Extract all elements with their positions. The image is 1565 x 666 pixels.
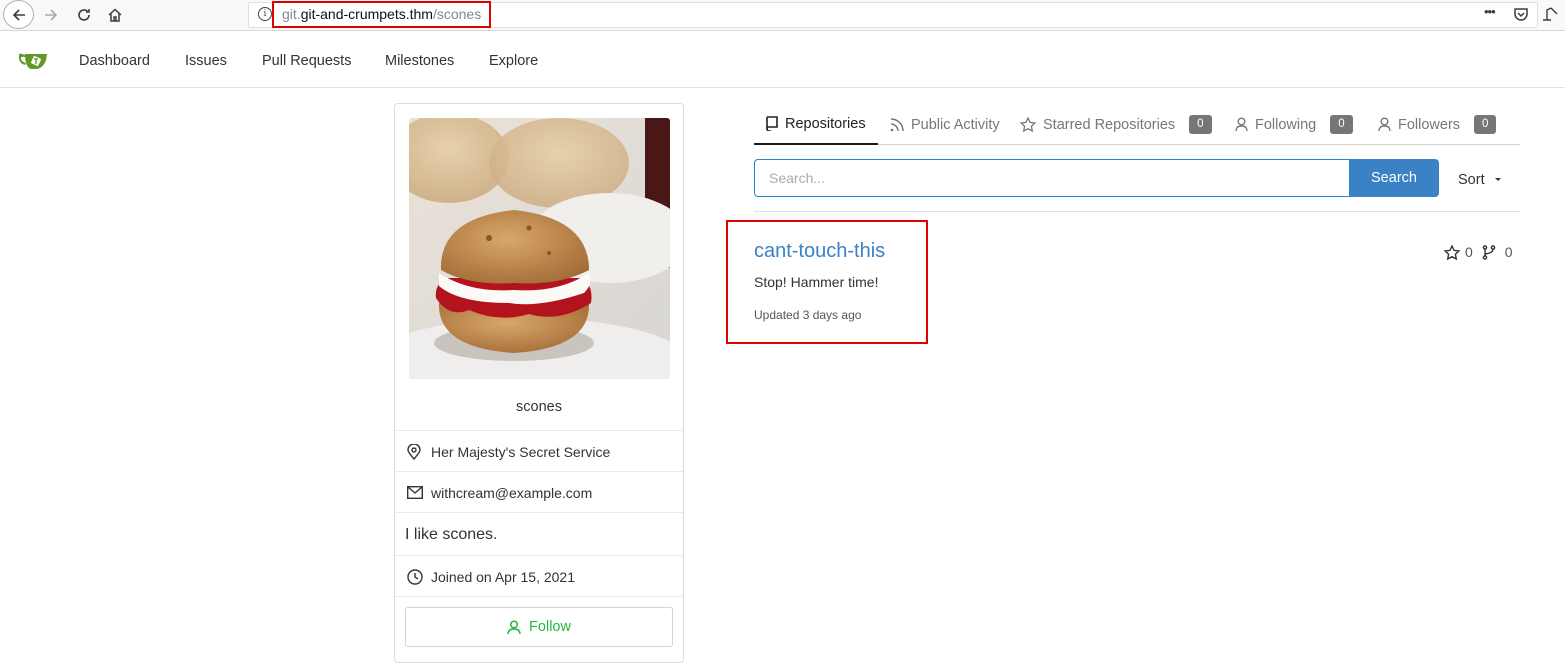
tab-repositories-label: Repositories <box>785 115 866 132</box>
profile-username: scones <box>516 399 562 415</box>
url-text[interactable]: git.git-and-crumpets.thm/scones <box>272 1 492 28</box>
person-icon <box>1235 117 1248 132</box>
email-link[interactable]: withcream@example.com <box>431 485 592 501</box>
url-subdomain: git. <box>282 6 301 22</box>
extension-icon[interactable] <box>1542 6 1560 26</box>
repo-fork-count: 0 <box>1504 244 1513 260</box>
joined-row: Joined on Apr 15, 2021 <box>395 555 683 597</box>
repo-search-input[interactable] <box>754 159 1350 197</box>
pocket-icon[interactable] <box>1513 6 1529 26</box>
reload-icon <box>78 9 90 21</box>
location-row: Her Majesty's Secret Service <box>395 430 683 472</box>
url-path: /scones <box>432 6 482 22</box>
arrow-right-icon <box>45 9 58 21</box>
mail-icon <box>406 485 424 502</box>
fork-icon <box>1482 244 1496 260</box>
person-icon <box>1378 117 1391 132</box>
repo-icon <box>766 116 778 131</box>
reload-button[interactable] <box>69 1 99 29</box>
repo-name-link[interactable]: cant-touch-this <box>754 240 885 263</box>
tab-public-activity[interactable]: Public Activity <box>890 104 1000 145</box>
nav-milestones[interactable]: Milestones <box>385 53 454 69</box>
profile-tabs: Repositories Public Activity Starred Rep… <box>754 104 1520 145</box>
tab-starred-label: Starred Repositories <box>1043 116 1176 133</box>
tab-followers[interactable]: Followers 0 <box>1378 104 1497 145</box>
search-button[interactable]: Search <box>1349 159 1439 197</box>
caret-down-icon <box>1494 178 1501 181</box>
starred-count-badge: 0 <box>1189 115 1212 134</box>
joined-text: Joined on Apr 15, 2021 <box>431 569 576 585</box>
app-header: Dashboard Issues Pull Requests Milestone… <box>0 32 1565 88</box>
browser-toolbar: i git.git-and-crumpets.thm/scones ••• <box>0 0 1565 31</box>
home-icon <box>108 8 122 22</box>
followers-count-badge: 0 <box>1474 115 1497 134</box>
page-actions-menu-icon[interactable]: ••• <box>1484 4 1496 19</box>
back-button[interactable] <box>3 0 34 29</box>
map-pin-icon <box>407 443 421 463</box>
clock-icon <box>407 569 423 588</box>
tab-repositories[interactable]: Repositories <box>754 104 878 145</box>
repo-stats: 0 0 <box>1444 244 1513 260</box>
arrow-left-icon <box>12 8 25 21</box>
follow-button[interactable]: Follow <box>405 607 673 647</box>
tab-starred[interactable]: Starred Repositories 0 <box>1020 104 1212 145</box>
location-text: Her Majesty's Secret Service <box>431 444 611 460</box>
tab-followers-label: Followers <box>1398 116 1461 133</box>
bio-row: I like scones. <box>395 512 683 556</box>
email-row: withcream@example.com <box>395 471 683 513</box>
repo-updated: Updated 3 days ago <box>754 308 862 322</box>
sort-label: Sort <box>1458 172 1485 188</box>
bio-text: I like scones. <box>405 526 498 543</box>
site-info-icon[interactable]: i <box>258 7 272 21</box>
repo-description: Stop! Hammer time! <box>754 274 879 290</box>
tab-following-label: Following <box>1255 116 1317 133</box>
follow-label: Follow <box>529 619 571 635</box>
divider <box>754 211 1520 212</box>
following-count-badge: 0 <box>1330 115 1353 134</box>
url-host: git-and-crumpets.thm <box>300 6 433 22</box>
tab-following[interactable]: Following 0 <box>1235 104 1353 145</box>
person-icon <box>507 619 521 634</box>
avatar <box>409 118 670 379</box>
forward-button[interactable] <box>36 1 66 29</box>
rss-icon <box>890 117 904 131</box>
tab-public-activity-label: Public Activity <box>911 116 1000 133</box>
nav-pull-requests[interactable]: Pull Requests <box>262 53 351 69</box>
profile-card: scones Her Majesty's Secret Service with… <box>394 103 684 663</box>
gitea-logo-icon[interactable] <box>17 51 49 76</box>
nav-dashboard[interactable]: Dashboard <box>79 53 150 69</box>
star-icon <box>1444 244 1460 260</box>
star-icon <box>1020 117 1036 132</box>
home-button[interactable] <box>100 1 130 29</box>
repo-star-count: 0 <box>1465 244 1473 260</box>
sort-dropdown[interactable]: Sort <box>1458 172 1503 188</box>
nav-explore[interactable]: Explore <box>489 53 538 69</box>
nav-issues[interactable]: Issues <box>185 53 227 69</box>
